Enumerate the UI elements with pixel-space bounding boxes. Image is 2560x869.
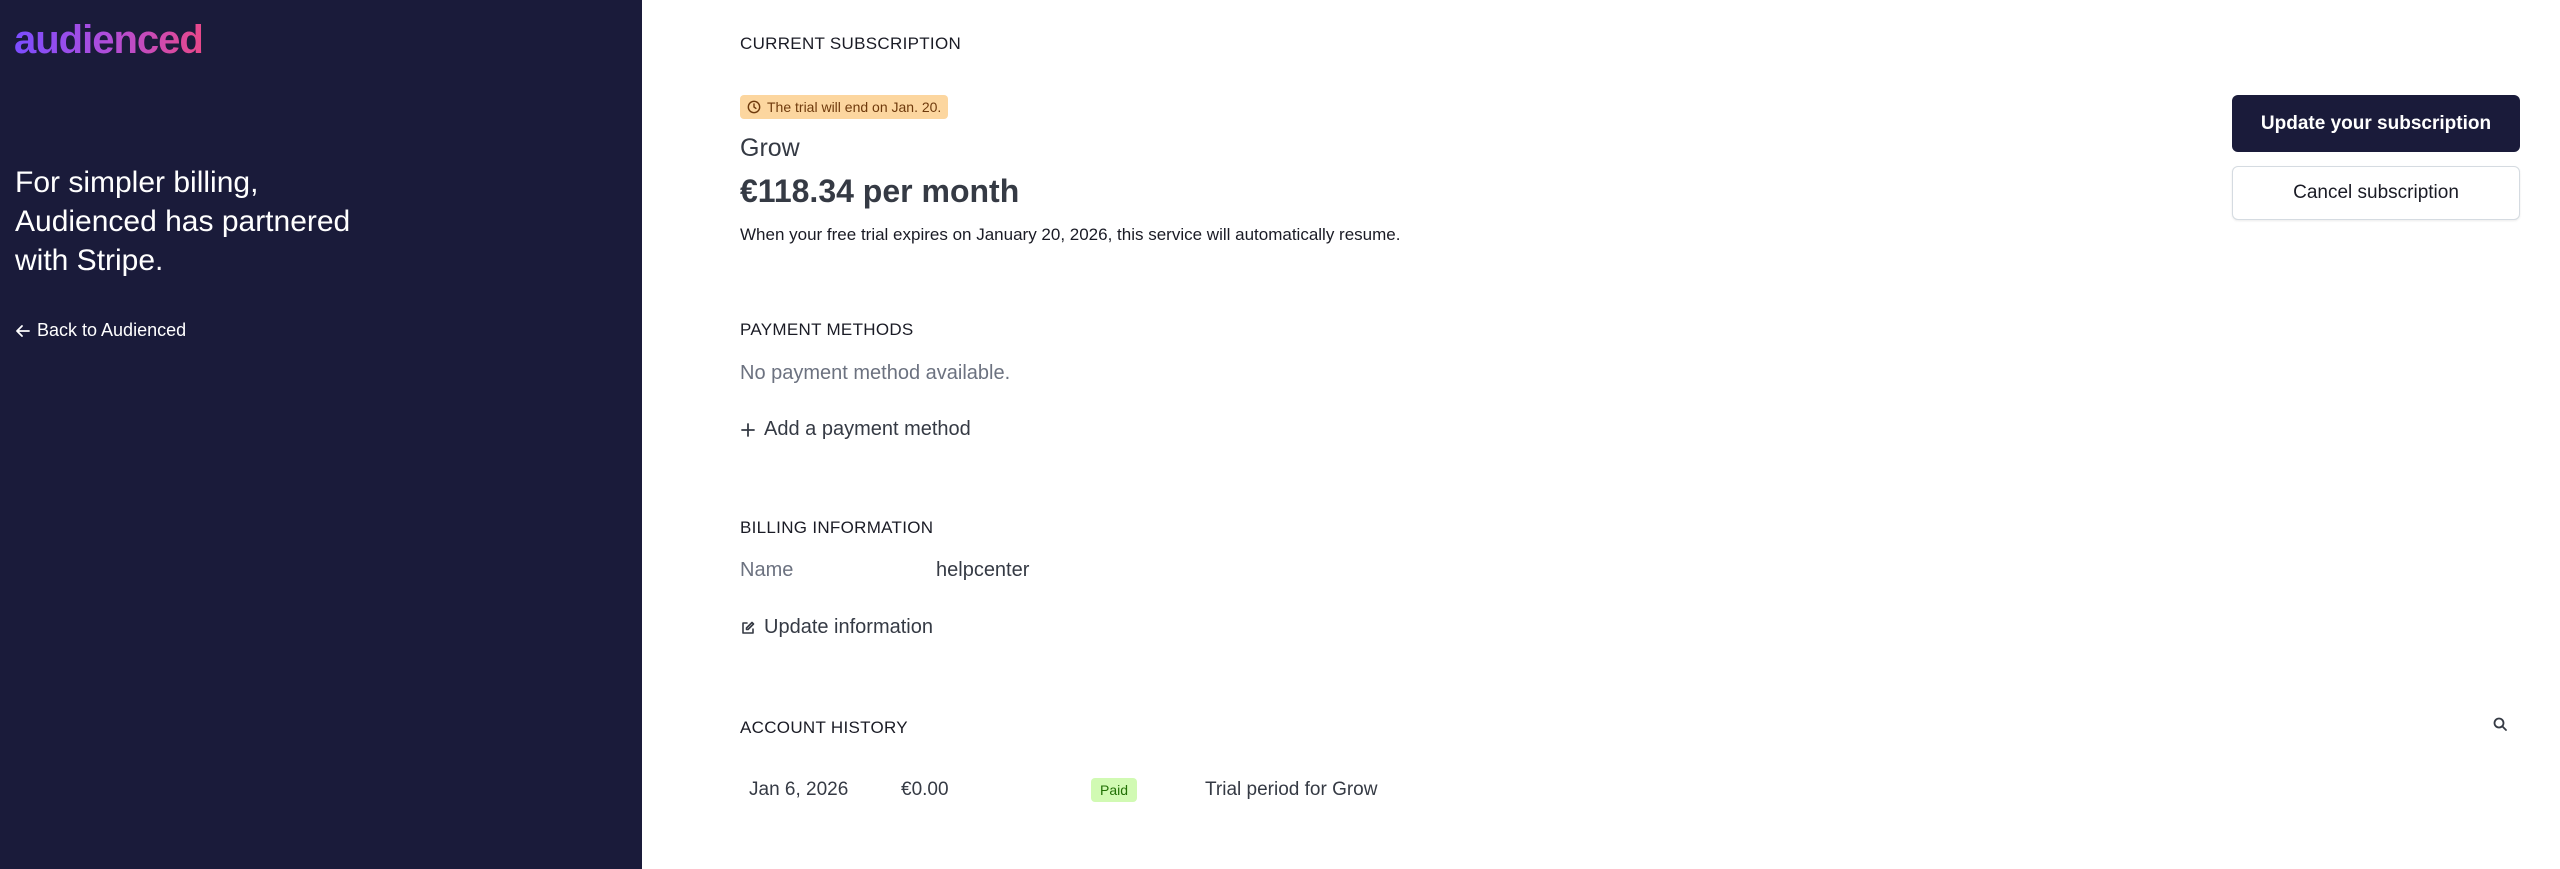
plan-name: Grow xyxy=(740,134,800,162)
billing-main: CURRENT SUBSCRIPTION The trial will end … xyxy=(740,0,2540,869)
update-information-label: Update information xyxy=(764,616,933,638)
update-subscription-button[interactable]: Update your subscription xyxy=(2232,95,2520,152)
arrow-left-icon xyxy=(16,324,30,337)
history-description: Trial period for Grow xyxy=(1205,779,1378,800)
history-row[interactable]: Jan 6, 2026 €0.00 Paid Trial period for … xyxy=(740,772,2520,808)
paid-status-badge: Paid xyxy=(1091,778,1138,802)
account-history-heading: ACCOUNT HISTORY xyxy=(740,718,908,737)
search-icon xyxy=(2493,717,2507,731)
back-to-audienced-link[interactable]: Back to Audienced xyxy=(15,320,186,341)
audienced-logo[interactable]: audienced xyxy=(14,18,204,63)
history-search-button[interactable] xyxy=(2492,716,2512,736)
trial-badge-text: The trial will end on Jan. 20. xyxy=(767,99,942,115)
clock-icon xyxy=(747,100,761,114)
plan-price: €118.34 per month xyxy=(740,173,1020,209)
update-information-link[interactable]: Update information xyxy=(740,616,933,639)
payment-methods-heading: PAYMENT METHODS xyxy=(740,320,914,339)
sidebar: audienced For simpler billing, Audienced… xyxy=(0,0,642,869)
plus-icon xyxy=(741,422,755,437)
add-payment-method-label: Add a payment method xyxy=(764,418,971,440)
history-date: Jan 6, 2026 xyxy=(749,779,849,800)
billing-information-heading: BILLING INFORMATION xyxy=(740,518,934,537)
add-payment-method-link[interactable]: Add a payment method xyxy=(740,418,971,441)
current-subscription-heading: CURRENT SUBSCRIPTION xyxy=(740,34,962,53)
cancel-subscription-button[interactable]: Cancel subscription xyxy=(2232,166,2520,220)
trial-ending-badge: The trial will end on Jan. 20. xyxy=(740,95,949,119)
trial-expiry-note: When your free trial expires on January … xyxy=(740,225,1401,244)
edit-icon xyxy=(742,621,755,634)
sidebar-tagline: For simpler billing, Audienced has partn… xyxy=(15,166,351,277)
back-link-label: Back to Audienced xyxy=(37,320,187,340)
billing-name-label: Name xyxy=(740,559,794,581)
no-payment-method-text: No payment method available. xyxy=(740,362,1011,384)
history-amount: €0.00 xyxy=(901,779,949,800)
billing-name-value: helpcenter xyxy=(936,559,1030,581)
